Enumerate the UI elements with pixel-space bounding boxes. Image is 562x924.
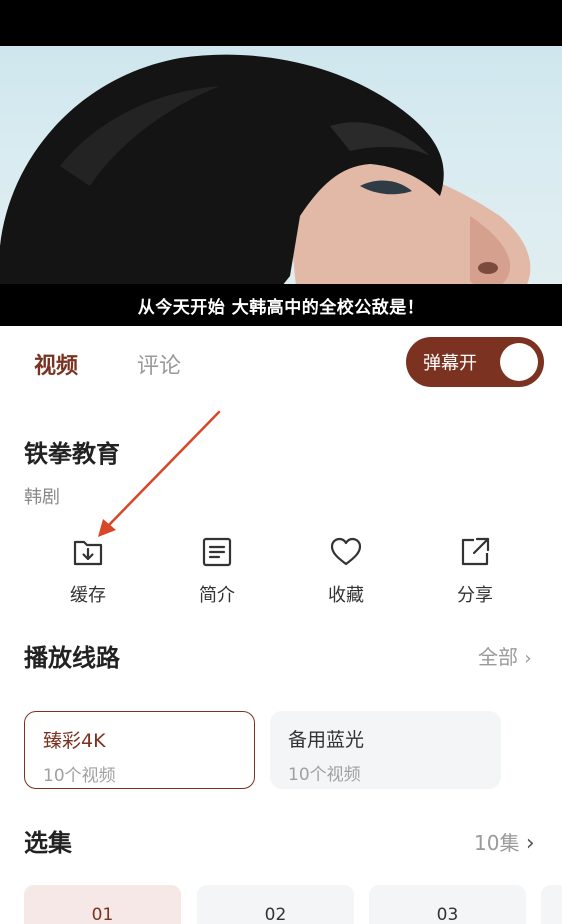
intro-label: 简介 <box>199 585 235 606</box>
danmaku-toggle[interactable]: 弹幕开 <box>406 337 544 387</box>
action-row: 缓存 简介 收藏 分享 <box>0 535 562 615</box>
status-bar <box>0 0 562 46</box>
episodes-more-link[interactable]: 10集 › <box>474 827 535 856</box>
toggle-knob <box>500 343 538 381</box>
share-icon <box>461 537 490 566</box>
routes-title: 播放线路 <box>24 644 120 672</box>
download-folder-icon <box>73 540 103 566</box>
episodes-more-label: 10集 <box>474 831 520 855</box>
route-name: 备用蓝光 <box>288 729 365 751</box>
danmaku-toggle-label: 弹幕开 <box>423 353 477 374</box>
chevron-right-icon: › <box>524 648 532 669</box>
chevron-right-icon: › <box>525 831 535 856</box>
share-label: 分享 <box>457 585 493 606</box>
route-count: 10个视频 <box>288 765 361 785</box>
route-count: 10个视频 <box>43 766 116 786</box>
route-card-bluray[interactable]: 备用蓝光 10个视频 <box>270 711 501 789</box>
episode-item[interactable]: 02 <box>197 885 354 924</box>
cache-button[interactable]: 缓存 <box>33 535 143 607</box>
routes-more-link[interactable]: 全部 › <box>478 641 532 670</box>
video-subtitle: 从今天开始 大韩高中的全校公敌是！ <box>137 297 425 318</box>
episode-item-partial[interactable] <box>541 885 562 924</box>
episode-number: 03 <box>436 905 459 924</box>
tab-video[interactable]: 视频 <box>34 348 78 380</box>
episode-item[interactable]: 03 <box>369 885 526 924</box>
episodes-title: 选集 <box>24 829 72 857</box>
video-player[interactable]: 从今天开始 大韩高中的全校公敌是！ <box>0 46 562 326</box>
episode-number: 02 <box>264 905 287 924</box>
show-genre: 韩剧 <box>24 487 60 508</box>
episode-item[interactable]: 01 <box>24 885 181 924</box>
route-name: 臻彩4K <box>43 730 106 752</box>
favorite-label: 收藏 <box>328 585 364 606</box>
subtitle-bar: 从今天开始 大韩高中的全校公敌是！ <box>0 284 562 326</box>
document-icon <box>202 537 232 567</box>
heart-icon <box>330 537 362 566</box>
intro-button[interactable]: 简介 <box>162 535 272 607</box>
favorite-button[interactable]: 收藏 <box>291 535 401 607</box>
tab-bar: 视频 评论 弹幕开 <box>0 326 562 400</box>
tab-comments[interactable]: 评论 <box>137 348 181 380</box>
show-title: 铁拳教育 <box>24 440 120 468</box>
route-card-4k[interactable]: 臻彩4K 10个视频 <box>24 711 255 789</box>
episode-number: 01 <box>91 905 114 924</box>
cache-label: 缓存 <box>70 585 106 606</box>
routes-more-label: 全部 <box>478 645 518 669</box>
share-button[interactable]: 分享 <box>420 535 530 607</box>
